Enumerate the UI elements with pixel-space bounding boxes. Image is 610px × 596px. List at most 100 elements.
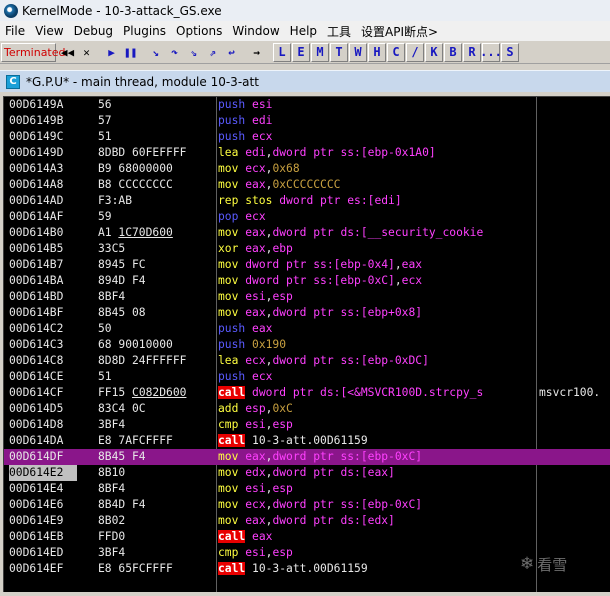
menu-item-7[interactable]: 工具: [322, 23, 356, 40]
window-button-3[interactable]: T: [330, 42, 348, 62]
disasm-row[interactable]: 00D614B7 8945 FC mov dword ptr ss:[ebp-0x4…: [4, 257, 610, 273]
operand: ebp: [272, 242, 293, 255]
run-button[interactable]: ▶: [103, 43, 120, 62]
mnemonic: mov: [218, 290, 239, 303]
disasm-row[interactable]: 00D614A3 B9 68000000 mov ecx,0x68: [4, 161, 610, 177]
disasm-row[interactable]: 00D614C2 50 push eax: [4, 321, 610, 337]
disasm-row[interactable]: 00D6149B 57 push edi: [4, 113, 610, 129]
operand: ecx: [245, 354, 266, 367]
disasm-row[interactable]: 00D614EF E8 65FCFFFF call 10-3-att.00D6115…: [4, 561, 610, 577]
disassembly-cell: push eax: [218, 321, 536, 337]
disasm-row[interactable]: 00D614A8 B8 CCCCCCCC mov eax,0xCCCCCCCC: [4, 177, 610, 193]
disasm-row[interactable]: 00D614CE 51 push ecx: [4, 369, 610, 385]
hex-dump-cell: 8B45 F4: [98, 450, 146, 463]
operand: [245, 338, 252, 351]
rewind-button[interactable]: ◀◀: [59, 43, 76, 62]
disassembly-cell: cmp esi,esp: [218, 417, 536, 433]
window-button-0[interactable]: L: [273, 42, 291, 62]
disasm-row[interactable]: 00D614B5 33C5 xor eax,ebp: [4, 241, 610, 257]
disasm-row[interactable]: 00D614C3 68 90010000 push 0x190: [4, 337, 610, 353]
step-into-button[interactable]: ↘: [147, 43, 164, 62]
window-button-10[interactable]: R: [463, 42, 481, 62]
disassembly-cell: mov eax,dword ptr ds:[edx]: [218, 513, 536, 529]
address-cell: 00D614EB: [9, 530, 64, 543]
operand: 10-3-att.00D61159: [252, 434, 368, 447]
disasm-row[interactable]: 00D614BF 8B45 08 mov eax,dword ptr ss:[ebp…: [4, 305, 610, 321]
disasm-row[interactable]: 00D614AD F3:AB rep stos dword ptr es:[edi]: [4, 193, 610, 209]
window-button-9[interactable]: B: [444, 42, 462, 62]
operand: ecx: [245, 210, 266, 223]
window-button-2[interactable]: M: [311, 42, 329, 62]
disasm-row[interactable]: 00D614E9 8B02 mov eax,dword ptr ds:[edx]: [4, 513, 610, 529]
disassembly-cell: call eax: [218, 529, 536, 545]
disasm-row[interactable]: 00D614B0 A1 1C70D600 mov eax,dword ptr ds:…: [4, 225, 610, 241]
disasm-row[interactable]: 00D614DF 8B45 F4 mov eax,dword ptr ss:[ebp…: [4, 449, 610, 465]
disassembly-cell: mov ecx,0x68: [218, 161, 536, 177]
mnemonic: mov: [218, 306, 239, 319]
operand: dword ptr ds:[eax]: [272, 466, 395, 479]
operand: [245, 562, 252, 575]
disassembly-cell: mov edx,dword ptr ds:[eax]: [218, 465, 536, 481]
window-button-4[interactable]: W: [349, 42, 367, 62]
operand: ecx: [252, 130, 273, 143]
address-cell: 00D614D8: [9, 418, 64, 431]
window-button-12[interactable]: S: [501, 42, 519, 62]
hex-dump-cell: 8D8D 24FFFFFF: [98, 354, 187, 367]
disasm-row[interactable]: 00D614C8 8D8D 24FFFFFF lea ecx,dword ptr s…: [4, 353, 610, 369]
goto-icon: →: [253, 45, 260, 59]
disasm-row[interactable]: 00D614ED 3BF4 cmp esi,esp: [4, 545, 610, 561]
window-button-6[interactable]: C: [387, 42, 405, 62]
disassembly-cell: push ecx: [218, 369, 536, 385]
mdi-client-area: C *G.P.U* - main thread, module 10-3-att…: [0, 65, 610, 596]
window-button-5[interactable]: H: [368, 42, 386, 62]
disasm-row[interactable]: 00D614BD 8BF4 mov esi,esp: [4, 289, 610, 305]
menu-item-3[interactable]: Plugins: [118, 24, 171, 38]
window-button-11[interactable]: ...: [480, 42, 502, 62]
execute-till-return-button[interactable]: ↩: [223, 43, 240, 62]
menu-item-0[interactable]: File: [0, 24, 30, 38]
operand: dword ptr ss:[ebp+0x8]: [272, 306, 423, 319]
disasm-row[interactable]: 00D614CF FF15 C082D600 call dword ptr ds:[…: [4, 385, 610, 401]
disasm-row[interactable]: 00D6149D 8DBD 60FEFFFF lea edi,dword ptr s…: [4, 145, 610, 161]
hex-dump-cell: 56: [98, 98, 112, 111]
address-cell: 00D614A8: [9, 178, 64, 191]
trace-over-button[interactable]: ⇗: [204, 43, 221, 62]
operand: esp: [272, 418, 293, 431]
pause-button[interactable]: ❚❚: [122, 43, 139, 62]
disasm-row[interactable]: 00D6149A 56 push esi: [4, 97, 610, 113]
trace-into-button[interactable]: ⇘: [185, 43, 202, 62]
hex-dump-cell: 33C5: [98, 242, 126, 255]
menu-item-4[interactable]: Options: [171, 24, 227, 38]
window-button-7[interactable]: /: [406, 42, 424, 62]
disassembly-cell: mov dword ptr ss:[ebp-0xC],ecx: [218, 273, 536, 289]
disasm-row[interactable]: 00D614E6 8B4D F4 mov ecx,dword ptr ss:[ebp…: [4, 497, 610, 513]
disasm-row[interactable]: 00D614AF 59 pop ecx: [4, 209, 610, 225]
disasm-row[interactable]: 00D614E4 8BF4 mov esi,esp: [4, 481, 610, 497]
close-button[interactable]: ✕: [78, 43, 95, 62]
menu-item-8[interactable]: 设置API断点>: [356, 23, 443, 40]
window-button-1[interactable]: E: [292, 42, 310, 62]
goto-button[interactable]: →: [248, 43, 265, 62]
disasm-row[interactable]: 00D614E2 8B10 mov edx,dword ptr ds:[eax]: [4, 465, 610, 481]
hex-dump-cell: 51: [98, 130, 112, 143]
disasm-row[interactable]: 00D614EB FFD0 call eax: [4, 529, 610, 545]
menu-item-2[interactable]: Debug: [69, 24, 118, 38]
disasm-row[interactable]: 00D614DA E8 7AFCFFFF call 10-3-att.00D6115…: [4, 433, 610, 449]
operand: [245, 434, 252, 447]
menu-item-6[interactable]: Help: [285, 24, 322, 38]
step-over-button[interactable]: ↷: [166, 43, 183, 62]
disasm-row[interactable]: 00D614BA 894D F4 mov dword ptr ss:[ebp-0xC…: [4, 273, 610, 289]
disasm-row[interactable]: 00D614D8 3BF4 cmp esi,esp: [4, 417, 610, 433]
disassembly-cell: mov esi,esp: [218, 481, 536, 497]
disasm-row[interactable]: 00D614D5 83C4 0C add esp,0xC: [4, 401, 610, 417]
disassembly-cell: push 0x190: [218, 337, 536, 353]
call-mnemonic: call: [218, 434, 246, 447]
cpu-window-titlebar[interactable]: C *G.P.U* - main thread, module 10-3-att: [0, 70, 610, 92]
address-cell: 00D614E4: [9, 482, 64, 495]
menu-item-1[interactable]: View: [30, 24, 68, 38]
menu-item-5[interactable]: Window: [227, 24, 284, 38]
disasm-row[interactable]: 00D6149C 51 push ecx: [4, 129, 610, 145]
window-button-8[interactable]: K: [425, 42, 443, 62]
address-cell: 00D614CE: [9, 370, 64, 383]
disassembly-pane[interactable]: 00D6149A 56 push esi 00D6149B 57 push edi 00D6…: [3, 96, 610, 596]
